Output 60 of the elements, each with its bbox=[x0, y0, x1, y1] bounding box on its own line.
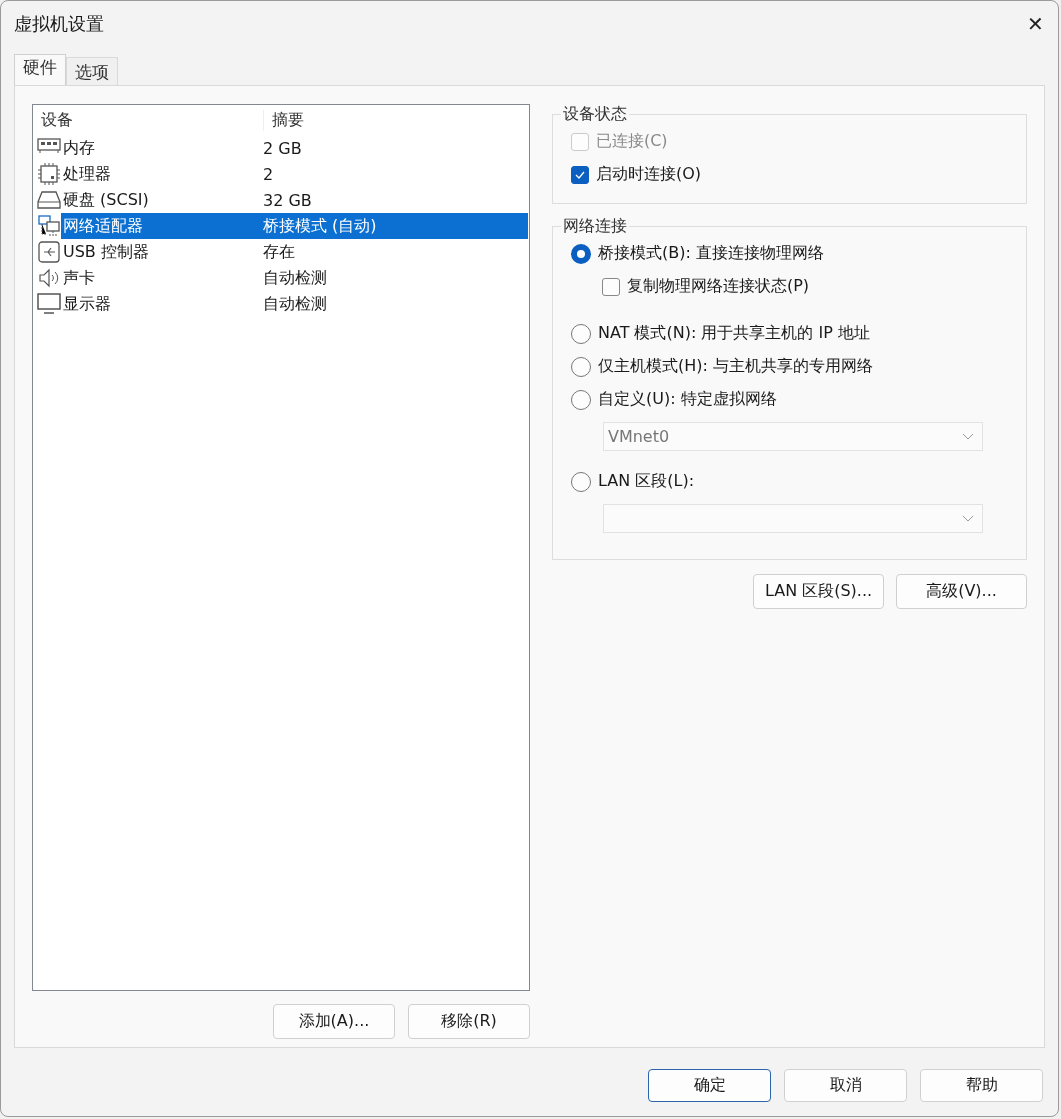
column-header[interactable]: 摘要 bbox=[264, 109, 494, 131]
device-row[interactable]: 处理器 2 bbox=[61, 161, 528, 187]
radio-option[interactable]: 仅主机模式(H): 与主机共享的专用网络 bbox=[570, 350, 1026, 383]
radio-button[interactable] bbox=[570, 471, 591, 492]
device-summary: 2 GB bbox=[263, 138, 303, 158]
dialog-button[interactable]: 高级(V)... bbox=[896, 574, 1027, 609]
group-title: 网络连接 bbox=[561, 216, 628, 237]
tab[interactable]: 选项 bbox=[66, 57, 118, 85]
checkbox-option[interactable]: 启动时连接(O) bbox=[570, 158, 1026, 191]
device-row[interactable]: 硬盘 (SCSI) 32 GB bbox=[61, 187, 528, 213]
device-name: 显示器 bbox=[62, 293, 112, 315]
dialog-button[interactable]: 添加(A)... bbox=[272, 1004, 395, 1039]
radio-option[interactable]: NAT 模式(N): 用于共享主机的 IP 地址 bbox=[570, 317, 1026, 350]
checkbox-option[interactable]: 复制物理网络连接状态(P) bbox=[601, 270, 1026, 303]
radio-option[interactable]: LAN 区段(L): bbox=[570, 465, 1026, 498]
window-title: 虚拟机设置 bbox=[14, 12, 104, 36]
dialog-button[interactable]: 确定 bbox=[648, 1069, 771, 1102]
column-header[interactable]: 设备 bbox=[33, 109, 264, 131]
close-button[interactable]: ✕ bbox=[1012, 1, 1058, 47]
dialog-button[interactable]: LAN 区段(S)... bbox=[753, 574, 884, 609]
dialog-button[interactable]: 移除(R) bbox=[407, 1004, 530, 1039]
dialog-button[interactable]: 取消 bbox=[784, 1069, 907, 1102]
checkbox-option: 已连接(C) bbox=[570, 125, 1026, 158]
device-name: 声卡 bbox=[62, 267, 96, 289]
radio-button[interactable] bbox=[570, 356, 591, 377]
radio-button[interactable] bbox=[570, 389, 591, 410]
radio-button[interactable] bbox=[570, 323, 591, 344]
device-summary: 存在 bbox=[263, 241, 296, 263]
radio-button[interactable] bbox=[570, 243, 591, 264]
device-name: USB 控制器 bbox=[62, 241, 150, 263]
device-summary: 自动检测 bbox=[263, 267, 328, 289]
radio-option[interactable]: 桥接模式(B): 直接连接物理网络 bbox=[570, 237, 1026, 270]
network-computers-icon bbox=[37, 214, 61, 238]
device-name: 内存 bbox=[62, 137, 96, 159]
speaker-icon bbox=[37, 266, 61, 290]
checkbox[interactable] bbox=[570, 165, 589, 184]
tab[interactable]: 硬件 bbox=[14, 54, 66, 85]
chevron-down-icon bbox=[961, 432, 974, 441]
usb-port-icon bbox=[37, 240, 61, 264]
device-summary: 自动检测 bbox=[263, 293, 328, 315]
device-summary: 2 bbox=[263, 164, 275, 184]
device-name: 网络适配器 bbox=[62, 215, 144, 237]
monitor-icon bbox=[37, 292, 61, 316]
device-name: 硬盘 (SCSI) bbox=[62, 189, 150, 211]
device-row[interactable]: 声卡 自动检测 bbox=[61, 265, 528, 291]
device-summary: 32 GB bbox=[263, 190, 313, 210]
dialog-button[interactable]: 帮助 bbox=[920, 1069, 1043, 1102]
device-name: 处理器 bbox=[62, 163, 112, 185]
chevron-down-icon bbox=[961, 514, 974, 523]
group-title: 设备状态 bbox=[561, 104, 628, 125]
processor-chip-icon bbox=[37, 162, 61, 186]
device-row[interactable]: 内存 2 GB bbox=[61, 135, 528, 161]
radio-option[interactable]: 自定义(U): 特定虚拟网络 bbox=[570, 383, 1026, 416]
device-row[interactable]: 显示器 自动检测 bbox=[61, 291, 528, 317]
device-summary: 桥接模式 (自动) bbox=[263, 215, 378, 237]
device-row[interactable]: USB 控制器 存在 bbox=[61, 239, 528, 265]
device-row[interactable]: 网络适配器 桥接模式 (自动) bbox=[61, 213, 528, 239]
checkbox[interactable] bbox=[601, 277, 620, 296]
hard-drive-icon bbox=[37, 188, 61, 212]
dropdown: VMnet0 bbox=[602, 422, 983, 451]
